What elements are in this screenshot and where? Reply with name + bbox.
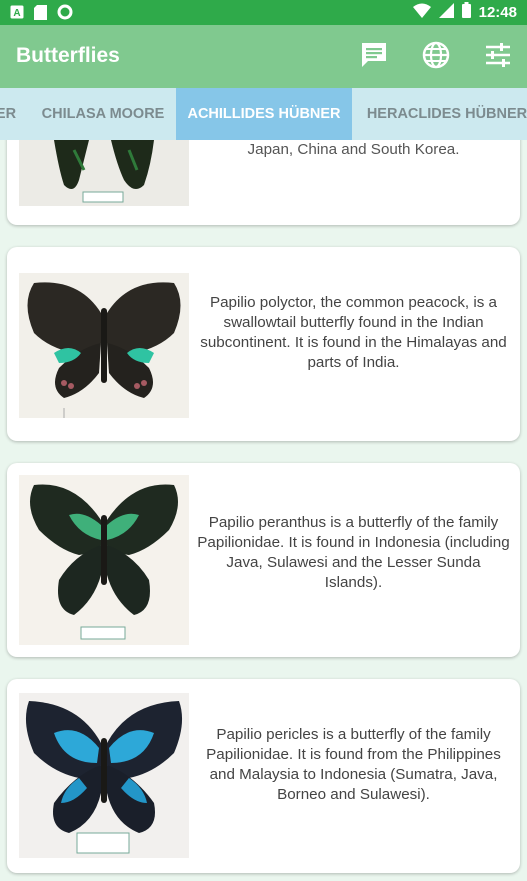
svg-text:A: A — [13, 8, 20, 19]
list-item[interactable]: Papilio peranthus is a butterfly of the … — [7, 463, 520, 657]
tab-achillides-hubner[interactable]: ACHILLIDES HÜBNER — [176, 88, 352, 140]
app-bar: Butterflies — [0, 25, 527, 88]
wifi-icon — [412, 3, 431, 22]
battery-icon — [461, 2, 471, 22]
tune-icon — [483, 40, 513, 75]
tab-heraclides-hubner[interactable]: HERACLIDES HÜBNER — [356, 88, 527, 140]
butterfly-image — [19, 693, 189, 858]
category-tabs: ER CHILASA MOORE ACHILLIDES HÜBNER HERAC… — [0, 88, 527, 140]
message-icon — [359, 40, 389, 75]
butterfly-description: Papilio pericles is a butterfly of the f… — [206, 726, 501, 803]
butterfly-description: Japan, China and South Korea. — [247, 141, 460, 158]
language-button[interactable] — [419, 40, 453, 74]
status-time: 12:48 — [478, 3, 517, 21]
butterfly-image — [19, 475, 189, 645]
tab-chilasa-moore[interactable]: CHILASA MOORE — [30, 88, 176, 140]
list-item[interactable]: Papilio polyctor, the common peacock, is… — [7, 247, 520, 441]
a-icon: A — [10, 5, 24, 24]
sd-card-icon — [34, 4, 47, 25]
status-bar: A 12:48 — [0, 0, 527, 25]
filter-button[interactable] — [481, 40, 515, 74]
butterfly-description: Papilio peranthus is a butterfly of the … — [197, 514, 510, 591]
tab-partial[interactable]: ER — [0, 88, 18, 140]
butterfly-description: Papilio polyctor, the common peacock, is… — [200, 294, 507, 371]
butterfly-list: Japan, China and South Korea. Papilio po… — [0, 140, 527, 881]
butterfly-image — [19, 140, 189, 206]
app-title: Butterflies — [16, 44, 120, 67]
butterfly-image — [19, 273, 189, 418]
globe-icon — [421, 40, 451, 75]
list-item[interactable]: Japan, China and South Korea. — [7, 140, 520, 225]
signal-icon — [438, 2, 454, 22]
list-item[interactable]: Papilio pericles is a butterfly of the f… — [7, 679, 520, 873]
message-button[interactable] — [357, 40, 391, 74]
circle-icon — [57, 4, 73, 25]
